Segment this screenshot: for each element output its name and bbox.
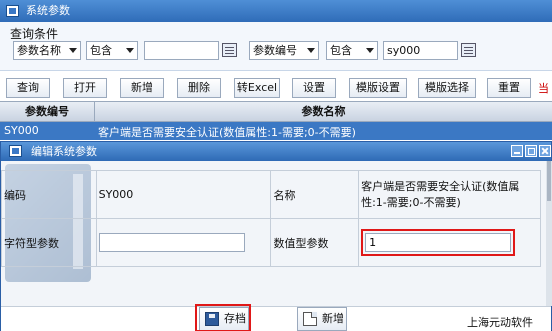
delete-button[interactable]: 删除 bbox=[177, 78, 221, 98]
vertical-scrollbar[interactable] bbox=[546, 161, 552, 306]
query-field1-select[interactable]: 参数名称 bbox=[13, 41, 81, 60]
query-button[interactable]: 查询 bbox=[6, 78, 50, 98]
reset-button[interactable]: 重置 bbox=[487, 78, 531, 98]
chevron-down-icon bbox=[69, 48, 77, 53]
settings-button[interactable]: 设置 bbox=[292, 78, 336, 98]
number-param-input[interactable] bbox=[365, 233, 512, 252]
number-param-highlight bbox=[361, 229, 516, 256]
number-param-label: 数值型参数 bbox=[270, 218, 360, 267]
add-button[interactable]: 新增 bbox=[120, 78, 164, 98]
table-row[interactable]: SY000 客户端是否需要安全认证(数值属性:1-需要;0-不需要) bbox=[0, 122, 552, 140]
toolbar: 查询 打开 新增 删除 转Excel 设置 模版设置 模版选择 重置 当 bbox=[0, 71, 552, 101]
save-button-highlight bbox=[195, 304, 251, 331]
code-value: SY000 bbox=[95, 170, 272, 219]
template-select-button[interactable]: 模版选择 bbox=[418, 78, 476, 98]
cell-code: SY000 bbox=[4, 124, 39, 137]
cell-name: 客户端是否需要安全认证(数值属性:1-需要;0-不需要) bbox=[98, 126, 356, 139]
close-icon[interactable] bbox=[539, 145, 551, 157]
window-icon bbox=[6, 5, 19, 17]
query-section-label: 查询条件 bbox=[10, 27, 59, 41]
window-titlebar: 系统参数 bbox=[0, 0, 552, 22]
template-settings-button[interactable]: 模版设置 bbox=[349, 78, 407, 98]
dialog-titlebar: 编辑系统参数 bbox=[1, 142, 551, 161]
query-value1-input[interactable] bbox=[144, 41, 219, 60]
calendar-icon[interactable] bbox=[461, 43, 476, 57]
column-header-code[interactable]: 参数编号 bbox=[0, 102, 95, 121]
string-param-label: 字符型参数 bbox=[1, 218, 97, 267]
edit-parameter-dialog: 编辑系统参数 编码 SY000 名称 客户端是否需要安全认证(数值属性:1-需要… bbox=[0, 141, 552, 331]
chevron-down-icon bbox=[126, 48, 134, 53]
query-value2-input[interactable]: sy000 bbox=[383, 41, 458, 60]
query-field2-select[interactable]: 参数编号 bbox=[249, 41, 319, 60]
company-watermark: 上海元动软件 bbox=[467, 316, 533, 329]
export-excel-button[interactable]: 转Excel bbox=[234, 78, 280, 98]
minimize-icon[interactable] bbox=[511, 145, 523, 157]
grid-header: 参数编号 参数名称 bbox=[0, 101, 552, 122]
query-op1-select[interactable]: 包含 bbox=[86, 41, 138, 60]
parameter-form-table: 编码 SY000 名称 客户端是否需要安全认证(数值属性:1-需要;0-不需要)… bbox=[1, 170, 541, 267]
query-panel: 查询条件 参数名称 包含 参数编号 包含 sy000 bbox=[0, 22, 552, 71]
toolbar-overflow-label[interactable]: 当 bbox=[538, 80, 549, 96]
calendar-icon[interactable] bbox=[222, 43, 237, 57]
new-button[interactable]: 新增 bbox=[297, 307, 347, 331]
open-button[interactable]: 打开 bbox=[63, 78, 107, 98]
window-icon bbox=[9, 145, 22, 157]
chevron-down-icon bbox=[307, 48, 315, 53]
chevron-down-icon bbox=[366, 48, 374, 53]
query-op2-select[interactable]: 包含 bbox=[326, 41, 378, 60]
column-header-name[interactable]: 参数名称 bbox=[95, 102, 552, 121]
name-value: 客户端是否需要安全认证(数值属性:1-需要;0-不需要) bbox=[358, 170, 541, 219]
maximize-icon[interactable] bbox=[525, 145, 537, 157]
dialog-title: 编辑系统参数 bbox=[31, 145, 97, 158]
dialog-form: 编码 SY000 名称 客户端是否需要安全认证(数值属性:1-需要;0-不需要)… bbox=[1, 161, 546, 306]
string-param-input[interactable] bbox=[98, 233, 245, 252]
name-label: 名称 bbox=[270, 170, 360, 219]
new-document-icon bbox=[303, 312, 317, 326]
window-title: 系统参数 bbox=[26, 4, 70, 17]
code-label: 编码 bbox=[1, 170, 97, 219]
